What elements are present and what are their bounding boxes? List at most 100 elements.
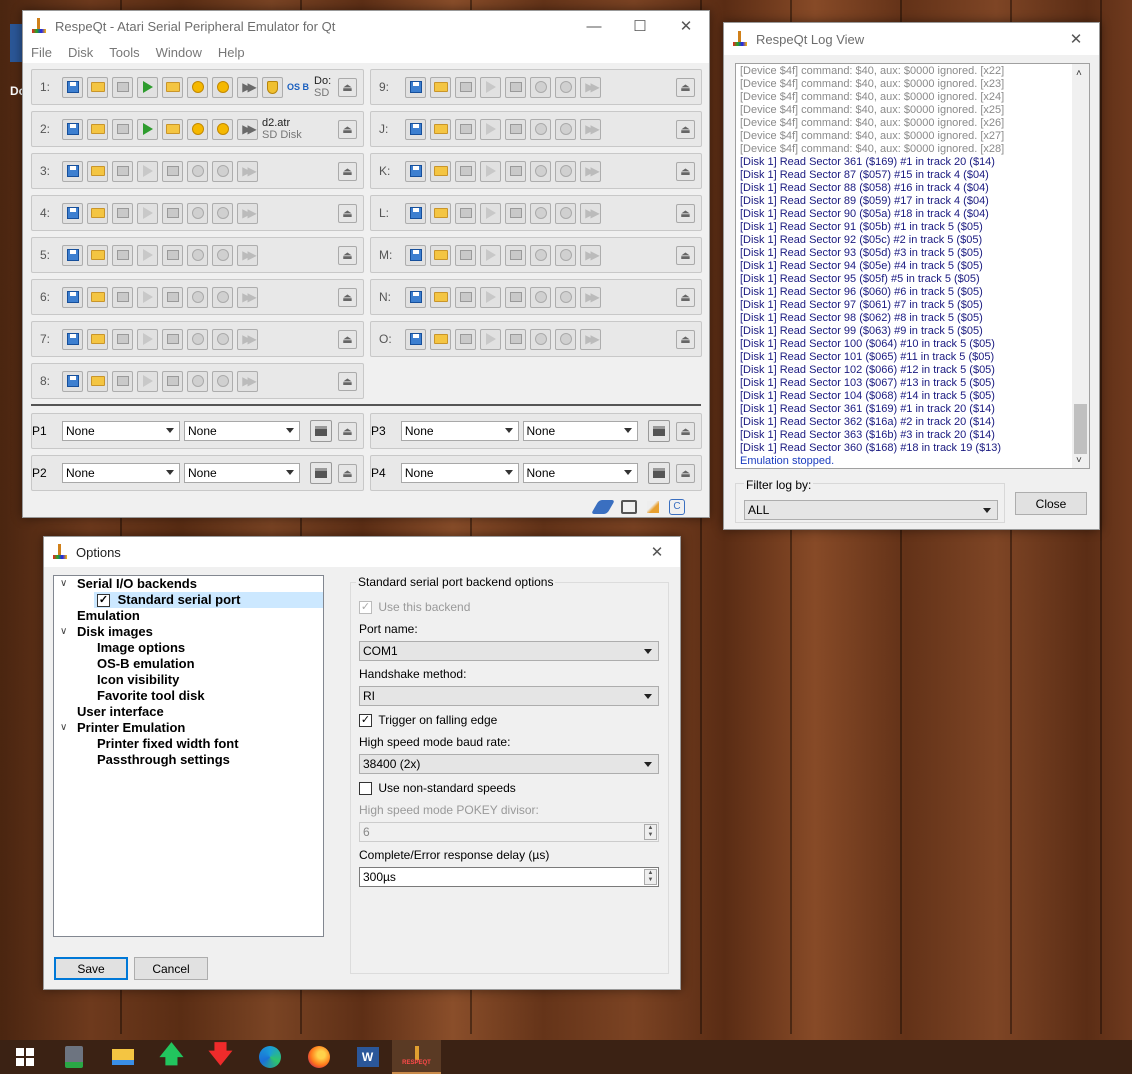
cancel-button[interactable]: Cancel: [134, 957, 208, 980]
eject-icon[interactable]: ⏏: [338, 203, 357, 223]
toggle-happy-button[interactable]: [187, 286, 208, 308]
toggle-happy-button[interactable]: [187, 202, 208, 224]
swap-button[interactable]: [480, 160, 501, 182]
swap-button[interactable]: [137, 286, 158, 308]
swap-button[interactable]: [480, 286, 501, 308]
toggle-happy-button[interactable]: [187, 118, 208, 140]
new-image-button[interactable]: [455, 328, 476, 350]
save-disk-button[interactable]: [405, 118, 426, 140]
log-scrollbar[interactable]: ˄ ˅: [1072, 64, 1089, 468]
eject-icon[interactable]: ⏏: [338, 421, 357, 441]
swap-button[interactable]: [137, 328, 158, 350]
chevron-down-icon[interactable]: ∨: [60, 578, 67, 589]
printer-status-icon[interactable]: [621, 500, 637, 514]
shield-button[interactable]: [262, 76, 283, 98]
fast-forward-button[interactable]: ▶▶: [580, 202, 601, 224]
printer-type-select[interactable]: None: [400, 463, 519, 483]
chip-button[interactable]: [212, 286, 233, 308]
fast-forward-button[interactable]: ▶▶: [237, 118, 258, 140]
log-titlebar[interactable]: RespeQt Log View ✕: [724, 23, 1099, 55]
trace-icon[interactable]: [647, 501, 659, 513]
write-protect-button[interactable]: [162, 76, 183, 98]
new-image-button[interactable]: [455, 160, 476, 182]
fast-forward-button[interactable]: ▶▶: [237, 244, 258, 266]
menu-file[interactable]: File: [23, 45, 60, 60]
fast-forward-button[interactable]: ▶▶: [237, 286, 258, 308]
open-image-button[interactable]: [430, 328, 451, 350]
open-image-button[interactable]: [87, 202, 108, 224]
respeqt-icon[interactable]: RESPEQT: [392, 1040, 441, 1074]
scroll-up-icon[interactable]: ˄: [1076, 68, 1082, 79]
tree-item-emulation[interactable]: Emulation: [77, 608, 140, 624]
write-protect-button[interactable]: [505, 202, 526, 224]
chevron-down-icon[interactable]: ∨: [60, 722, 67, 733]
new-image-button[interactable]: [112, 76, 133, 98]
fast-forward-button[interactable]: ▶▶: [237, 76, 258, 98]
save-disk-button[interactable]: [405, 160, 426, 182]
eject-icon[interactable]: ⏏: [676, 119, 695, 139]
chevron-down-icon[interactable]: ∨: [60, 626, 67, 637]
swap-button[interactable]: [137, 370, 158, 392]
eject-icon[interactable]: ⏏: [676, 329, 695, 349]
chip-button[interactable]: [555, 118, 576, 140]
chip-button[interactable]: [555, 202, 576, 224]
toggle-happy-button[interactable]: [530, 118, 551, 140]
save-disk-button[interactable]: [62, 244, 83, 266]
eject-icon[interactable]: ⏏: [338, 287, 357, 307]
open-image-button[interactable]: [430, 202, 451, 224]
eject-icon[interactable]: ⏏: [676, 287, 695, 307]
spin-arrows-icon[interactable]: ▲ ▼: [644, 824, 657, 840]
tree-item-user-interface[interactable]: User interface: [77, 704, 164, 720]
options-titlebar[interactable]: Options ✕: [44, 537, 680, 567]
open-image-button[interactable]: [430, 244, 451, 266]
printer-output-button[interactable]: [310, 420, 332, 442]
new-image-button[interactable]: [455, 118, 476, 140]
tree-item-disk-images[interactable]: Disk images: [77, 624, 153, 640]
main-titlebar[interactable]: RespeQt - Atari Serial Peripheral Emulat…: [23, 11, 709, 41]
printer-device-select[interactable]: None: [184, 463, 300, 483]
spin-arrows-icon[interactable]: ▲ ▼: [644, 869, 657, 885]
printer-output-button[interactable]: [310, 462, 332, 484]
options-tree[interactable]: ∨ Serial I/O backends ✓ Standard serial …: [53, 575, 324, 937]
minimize-button[interactable]: —: [571, 11, 617, 41]
new-image-button[interactable]: [112, 286, 133, 308]
new-image-button[interactable]: [112, 370, 133, 392]
open-image-button[interactable]: [430, 160, 451, 182]
fast-forward-button[interactable]: ▶▶: [237, 160, 258, 182]
log-text-area[interactable]: [Device $4f] command: $40, aux: $0000 ig…: [735, 63, 1090, 469]
write-protect-button[interactable]: [505, 244, 526, 266]
swap-button[interactable]: [480, 76, 501, 98]
scrollbar-thumb[interactable]: [1074, 404, 1087, 454]
use-backend-checkbox-row[interactable]: ✓ Use this backend: [359, 600, 470, 615]
new-image-button[interactable]: [112, 202, 133, 224]
write-protect-button[interactable]: [505, 328, 526, 350]
baud-select[interactable]: 38400 (2x): [359, 754, 659, 774]
menu-help[interactable]: Help: [210, 45, 253, 60]
open-image-button[interactable]: [87, 370, 108, 392]
eject-icon[interactable]: ⏏: [338, 119, 357, 139]
new-image-button[interactable]: [112, 244, 133, 266]
printer-device-select[interactable]: None: [522, 421, 639, 441]
write-protect-button[interactable]: [162, 118, 183, 140]
save-disk-button[interactable]: [62, 118, 83, 140]
toggle-happy-button[interactable]: [187, 76, 208, 98]
nonstandard-row[interactable]: Use non-standard speeds: [359, 781, 516, 796]
save-disk-button[interactable]: [405, 328, 426, 350]
save-disk-button[interactable]: [62, 160, 83, 182]
chip-button[interactable]: [212, 244, 233, 266]
fast-forward-button[interactable]: ▶▶: [580, 118, 601, 140]
fast-forward-button[interactable]: ▶▶: [580, 328, 601, 350]
open-image-button[interactable]: [87, 160, 108, 182]
close-button[interactable]: ✕: [663, 11, 709, 41]
save-disk-button[interactable]: [62, 370, 83, 392]
falling-edge-row[interactable]: ✓ Trigger on falling edge: [359, 713, 497, 728]
handshake-select[interactable]: RI: [359, 686, 659, 706]
swap-button[interactable]: [137, 160, 158, 182]
chip-button[interactable]: [212, 118, 233, 140]
edge-icon[interactable]: [245, 1040, 294, 1074]
scroll-down-icon[interactable]: ˅: [1076, 455, 1082, 466]
printer-type-select[interactable]: None: [62, 421, 180, 441]
swap-button[interactable]: [137, 244, 158, 266]
write-protect-button[interactable]: [505, 118, 526, 140]
firefox-icon[interactable]: [294, 1040, 343, 1074]
